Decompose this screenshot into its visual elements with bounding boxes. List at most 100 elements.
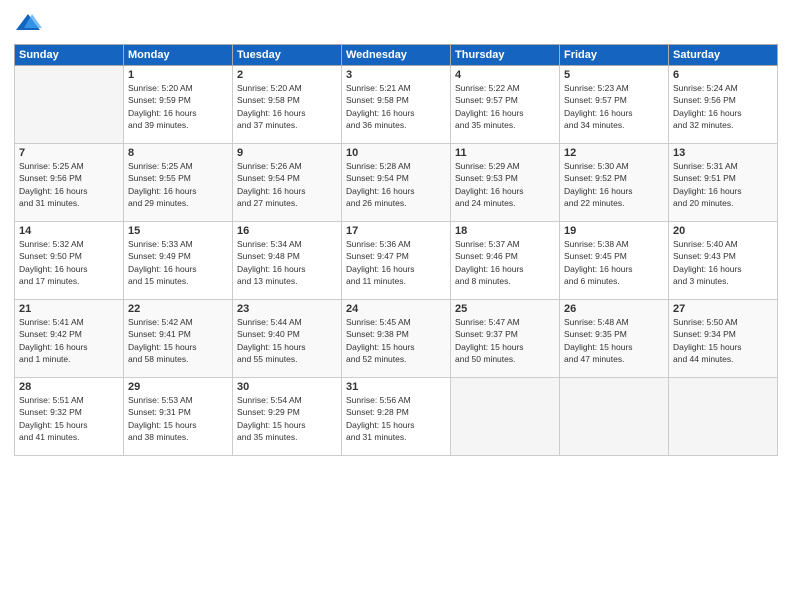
calendar-cell: 22Sunrise: 5:42 AM Sunset: 9:41 PM Dayli… bbox=[124, 300, 233, 378]
day-info: Sunrise: 5:21 AM Sunset: 9:58 PM Dayligh… bbox=[346, 82, 446, 131]
day-number: 20 bbox=[673, 225, 773, 237]
day-info: Sunrise: 5:45 AM Sunset: 9:38 PM Dayligh… bbox=[346, 316, 446, 365]
day-number: 12 bbox=[564, 147, 664, 159]
day-number: 15 bbox=[128, 225, 228, 237]
page: SundayMondayTuesdayWednesdayThursdayFrid… bbox=[0, 0, 792, 612]
day-number: 25 bbox=[455, 303, 555, 315]
day-number: 14 bbox=[19, 225, 119, 237]
calendar-table: SundayMondayTuesdayWednesdayThursdayFrid… bbox=[14, 44, 778, 456]
day-info: Sunrise: 5:30 AM Sunset: 9:52 PM Dayligh… bbox=[564, 160, 664, 209]
day-number: 10 bbox=[346, 147, 446, 159]
day-number: 3 bbox=[346, 69, 446, 81]
calendar-cell: 4Sunrise: 5:22 AM Sunset: 9:57 PM Daylig… bbox=[451, 66, 560, 144]
day-number: 17 bbox=[346, 225, 446, 237]
col-header-tuesday: Tuesday bbox=[233, 45, 342, 66]
week-row-2: 7Sunrise: 5:25 AM Sunset: 9:56 PM Daylig… bbox=[15, 144, 778, 222]
calendar-cell: 29Sunrise: 5:53 AM Sunset: 9:31 PM Dayli… bbox=[124, 378, 233, 456]
day-info: Sunrise: 5:56 AM Sunset: 9:28 PM Dayligh… bbox=[346, 394, 446, 443]
day-number: 19 bbox=[564, 225, 664, 237]
day-info: Sunrise: 5:20 AM Sunset: 9:58 PM Dayligh… bbox=[237, 82, 337, 131]
calendar-cell: 15Sunrise: 5:33 AM Sunset: 9:49 PM Dayli… bbox=[124, 222, 233, 300]
calendar-cell: 2Sunrise: 5:20 AM Sunset: 9:58 PM Daylig… bbox=[233, 66, 342, 144]
header-row: SundayMondayTuesdayWednesdayThursdayFrid… bbox=[15, 45, 778, 66]
calendar-cell: 3Sunrise: 5:21 AM Sunset: 9:58 PM Daylig… bbox=[342, 66, 451, 144]
day-number: 6 bbox=[673, 69, 773, 81]
calendar-cell: 13Sunrise: 5:31 AM Sunset: 9:51 PM Dayli… bbox=[669, 144, 778, 222]
day-number: 8 bbox=[128, 147, 228, 159]
calendar-cell: 6Sunrise: 5:24 AM Sunset: 9:56 PM Daylig… bbox=[669, 66, 778, 144]
day-info: Sunrise: 5:44 AM Sunset: 9:40 PM Dayligh… bbox=[237, 316, 337, 365]
day-info: Sunrise: 5:40 AM Sunset: 9:43 PM Dayligh… bbox=[673, 238, 773, 287]
day-number: 28 bbox=[19, 381, 119, 393]
day-info: Sunrise: 5:20 AM Sunset: 9:59 PM Dayligh… bbox=[128, 82, 228, 131]
day-info: Sunrise: 5:41 AM Sunset: 9:42 PM Dayligh… bbox=[19, 316, 119, 365]
calendar-cell: 25Sunrise: 5:47 AM Sunset: 9:37 PM Dayli… bbox=[451, 300, 560, 378]
day-info: Sunrise: 5:36 AM Sunset: 9:47 PM Dayligh… bbox=[346, 238, 446, 287]
logo-icon bbox=[14, 10, 42, 38]
calendar-cell: 9Sunrise: 5:26 AM Sunset: 9:54 PM Daylig… bbox=[233, 144, 342, 222]
day-info: Sunrise: 5:22 AM Sunset: 9:57 PM Dayligh… bbox=[455, 82, 555, 131]
day-number: 31 bbox=[346, 381, 446, 393]
day-info: Sunrise: 5:29 AM Sunset: 9:53 PM Dayligh… bbox=[455, 160, 555, 209]
calendar-cell: 27Sunrise: 5:50 AM Sunset: 9:34 PM Dayli… bbox=[669, 300, 778, 378]
day-number: 5 bbox=[564, 69, 664, 81]
day-number: 11 bbox=[455, 147, 555, 159]
week-row-3: 14Sunrise: 5:32 AM Sunset: 9:50 PM Dayli… bbox=[15, 222, 778, 300]
day-number: 29 bbox=[128, 381, 228, 393]
day-info: Sunrise: 5:33 AM Sunset: 9:49 PM Dayligh… bbox=[128, 238, 228, 287]
day-number: 18 bbox=[455, 225, 555, 237]
day-number: 24 bbox=[346, 303, 446, 315]
calendar-cell: 5Sunrise: 5:23 AM Sunset: 9:57 PM Daylig… bbox=[560, 66, 669, 144]
week-row-5: 28Sunrise: 5:51 AM Sunset: 9:32 PM Dayli… bbox=[15, 378, 778, 456]
day-info: Sunrise: 5:51 AM Sunset: 9:32 PM Dayligh… bbox=[19, 394, 119, 443]
day-number: 9 bbox=[237, 147, 337, 159]
calendar-cell: 31Sunrise: 5:56 AM Sunset: 9:28 PM Dayli… bbox=[342, 378, 451, 456]
col-header-friday: Friday bbox=[560, 45, 669, 66]
day-number: 26 bbox=[564, 303, 664, 315]
header bbox=[14, 10, 778, 38]
calendar-cell bbox=[560, 378, 669, 456]
calendar-cell: 24Sunrise: 5:45 AM Sunset: 9:38 PM Dayli… bbox=[342, 300, 451, 378]
day-number: 30 bbox=[237, 381, 337, 393]
calendar-cell: 10Sunrise: 5:28 AM Sunset: 9:54 PM Dayli… bbox=[342, 144, 451, 222]
calendar-cell bbox=[451, 378, 560, 456]
logo bbox=[14, 10, 46, 38]
day-number: 1 bbox=[128, 69, 228, 81]
calendar-cell: 14Sunrise: 5:32 AM Sunset: 9:50 PM Dayli… bbox=[15, 222, 124, 300]
calendar-cell: 30Sunrise: 5:54 AM Sunset: 9:29 PM Dayli… bbox=[233, 378, 342, 456]
day-number: 7 bbox=[19, 147, 119, 159]
calendar-cell: 18Sunrise: 5:37 AM Sunset: 9:46 PM Dayli… bbox=[451, 222, 560, 300]
col-header-wednesday: Wednesday bbox=[342, 45, 451, 66]
day-info: Sunrise: 5:26 AM Sunset: 9:54 PM Dayligh… bbox=[237, 160, 337, 209]
week-row-1: 1Sunrise: 5:20 AM Sunset: 9:59 PM Daylig… bbox=[15, 66, 778, 144]
day-info: Sunrise: 5:34 AM Sunset: 9:48 PM Dayligh… bbox=[237, 238, 337, 287]
day-info: Sunrise: 5:50 AM Sunset: 9:34 PM Dayligh… bbox=[673, 316, 773, 365]
day-info: Sunrise: 5:32 AM Sunset: 9:50 PM Dayligh… bbox=[19, 238, 119, 287]
day-number: 13 bbox=[673, 147, 773, 159]
day-number: 23 bbox=[237, 303, 337, 315]
day-info: Sunrise: 5:25 AM Sunset: 9:56 PM Dayligh… bbox=[19, 160, 119, 209]
calendar-cell: 12Sunrise: 5:30 AM Sunset: 9:52 PM Dayli… bbox=[560, 144, 669, 222]
week-row-4: 21Sunrise: 5:41 AM Sunset: 9:42 PM Dayli… bbox=[15, 300, 778, 378]
day-info: Sunrise: 5:23 AM Sunset: 9:57 PM Dayligh… bbox=[564, 82, 664, 131]
day-number: 16 bbox=[237, 225, 337, 237]
calendar-cell: 28Sunrise: 5:51 AM Sunset: 9:32 PM Dayli… bbox=[15, 378, 124, 456]
col-header-monday: Monday bbox=[124, 45, 233, 66]
day-info: Sunrise: 5:53 AM Sunset: 9:31 PM Dayligh… bbox=[128, 394, 228, 443]
day-info: Sunrise: 5:25 AM Sunset: 9:55 PM Dayligh… bbox=[128, 160, 228, 209]
day-info: Sunrise: 5:47 AM Sunset: 9:37 PM Dayligh… bbox=[455, 316, 555, 365]
day-info: Sunrise: 5:54 AM Sunset: 9:29 PM Dayligh… bbox=[237, 394, 337, 443]
calendar-cell: 7Sunrise: 5:25 AM Sunset: 9:56 PM Daylig… bbox=[15, 144, 124, 222]
calendar-cell: 26Sunrise: 5:48 AM Sunset: 9:35 PM Dayli… bbox=[560, 300, 669, 378]
day-info: Sunrise: 5:38 AM Sunset: 9:45 PM Dayligh… bbox=[564, 238, 664, 287]
calendar-cell bbox=[15, 66, 124, 144]
calendar-cell: 23Sunrise: 5:44 AM Sunset: 9:40 PM Dayli… bbox=[233, 300, 342, 378]
day-number: 2 bbox=[237, 69, 337, 81]
col-header-sunday: Sunday bbox=[15, 45, 124, 66]
day-number: 4 bbox=[455, 69, 555, 81]
calendar-cell: 21Sunrise: 5:41 AM Sunset: 9:42 PM Dayli… bbox=[15, 300, 124, 378]
day-number: 21 bbox=[19, 303, 119, 315]
calendar-cell: 19Sunrise: 5:38 AM Sunset: 9:45 PM Dayli… bbox=[560, 222, 669, 300]
calendar-cell: 1Sunrise: 5:20 AM Sunset: 9:59 PM Daylig… bbox=[124, 66, 233, 144]
calendar-cell: 11Sunrise: 5:29 AM Sunset: 9:53 PM Dayli… bbox=[451, 144, 560, 222]
